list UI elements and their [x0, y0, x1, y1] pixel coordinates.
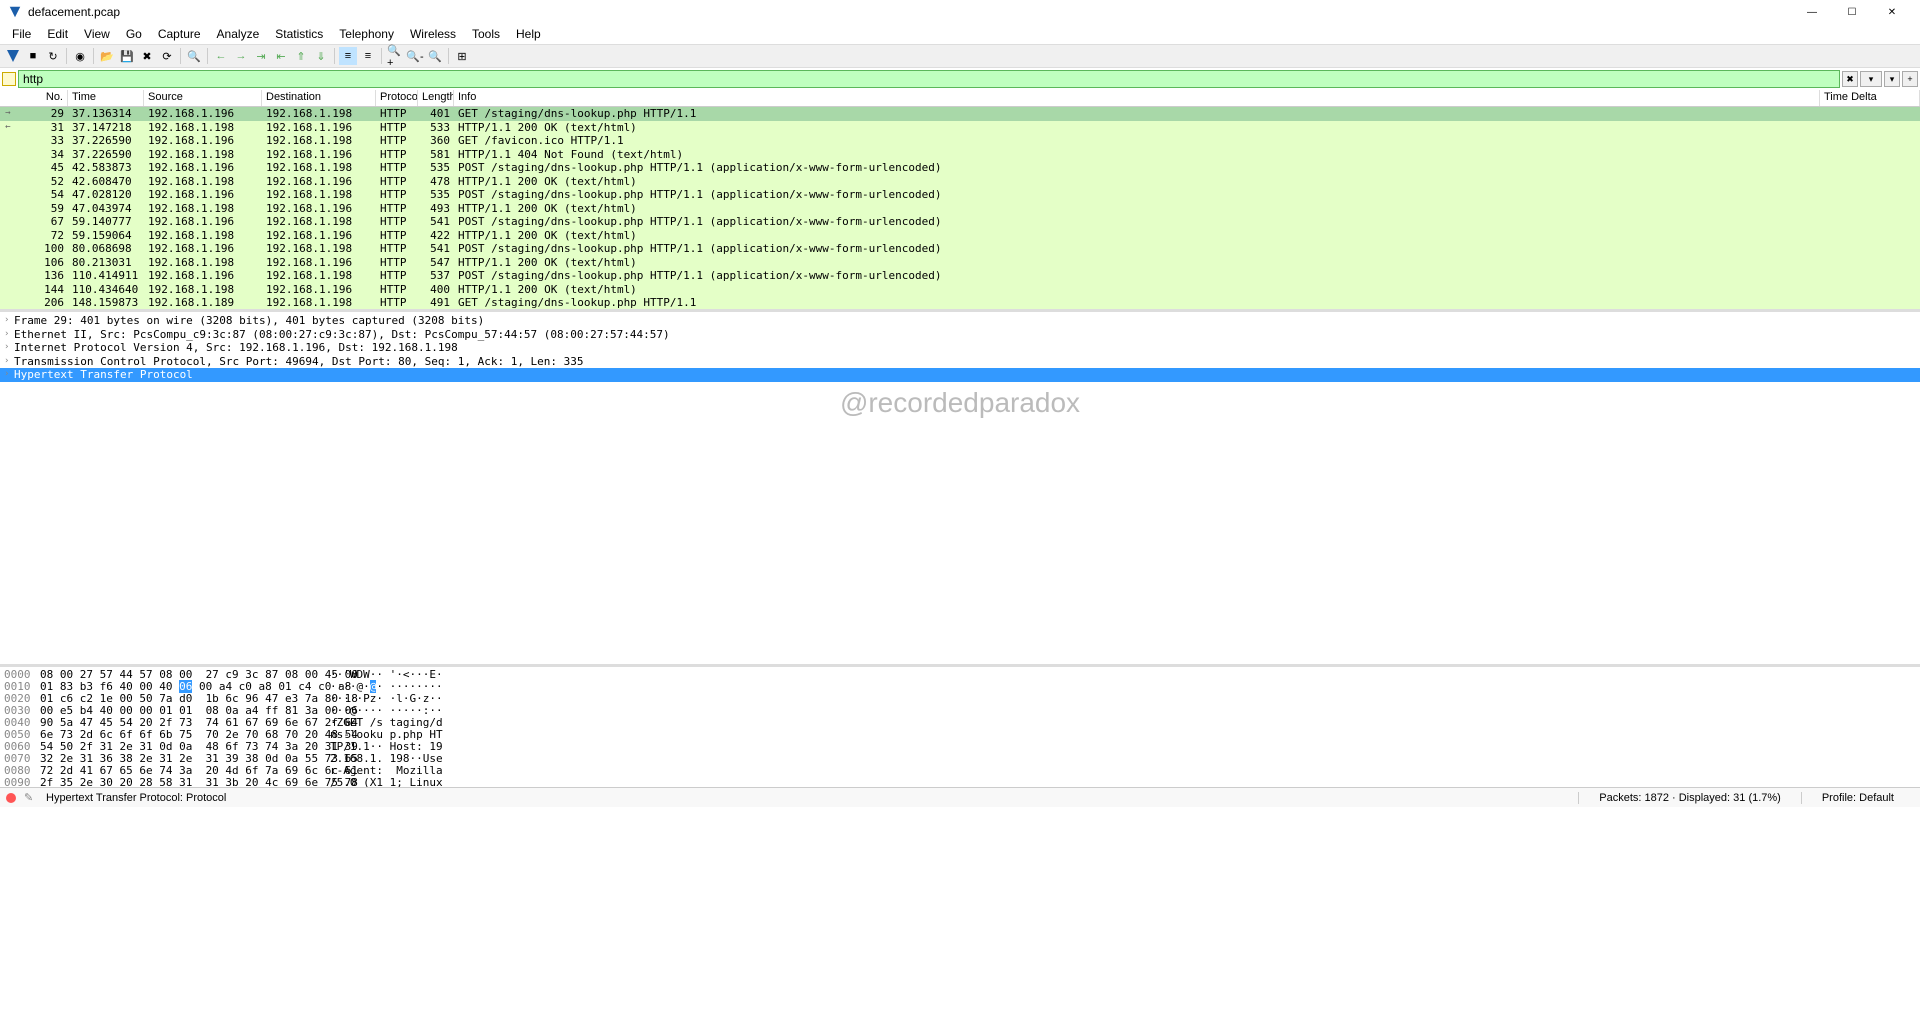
titlebar: defacement.pcap — ☐ ✕ [0, 0, 1920, 24]
menu-go[interactable]: Go [118, 25, 150, 43]
stop-capture-icon[interactable]: ■ [24, 47, 42, 65]
packet-row[interactable]: 206148.159873192.168.1.189192.168.1.198H… [0, 296, 1920, 310]
watermark: @recordedparadox [840, 387, 1080, 419]
add-filter-button[interactable]: + [1902, 71, 1918, 87]
packet-row[interactable]: 5242.608470192.168.1.198192.168.1.196HTT… [0, 175, 1920, 189]
status-profile[interactable]: Profile: Default [1801, 792, 1914, 804]
menu-tools[interactable]: Tools [464, 25, 508, 43]
packet-row[interactable]: 144110.434640192.168.1.198192.168.1.196H… [0, 283, 1920, 297]
close-button[interactable]: ✕ [1872, 0, 1912, 24]
menubar: FileEditViewGoCaptureAnalyzeStatisticsTe… [0, 24, 1920, 44]
col-header-length[interactable]: Length [418, 90, 454, 106]
packet-details-pane[interactable]: ›Frame 29: 401 bytes on wire (3208 bits)… [0, 312, 1920, 667]
packet-list-pane: No. Time Source Destination Protocol Len… [0, 90, 1920, 312]
packet-row[interactable]: 10080.068698192.168.1.196192.168.1.198HT… [0, 242, 1920, 256]
autoscroll-icon[interactable]: ≡ [339, 47, 357, 65]
packet-row[interactable]: ←3137.147218192.168.1.198192.168.1.196HT… [0, 121, 1920, 135]
next-icon[interactable]: → [232, 47, 250, 65]
menu-statistics[interactable]: Statistics [267, 25, 331, 43]
packet-row[interactable]: 5947.043974192.168.1.198192.168.1.196HTT… [0, 202, 1920, 216]
apply-filter-button[interactable]: ▾ [1860, 71, 1882, 87]
detail-row[interactable]: ›Hypertext Transfer Protocol [0, 368, 1920, 382]
last-icon[interactable]: ⇓ [312, 47, 330, 65]
filter-history-button[interactable]: ▾ [1884, 71, 1900, 87]
jump-icon[interactable]: ⇥ [252, 47, 270, 65]
detail-row[interactable]: ›Transmission Control Protocol, Src Port… [0, 355, 1920, 369]
detail-row[interactable]: ›Ethernet II, Src: PcsCompu_c9:3c:87 (08… [0, 328, 1920, 342]
expert-info-icon[interactable] [6, 793, 16, 803]
packet-row[interactable]: 136110.414911192.168.1.196192.168.1.198H… [0, 269, 1920, 283]
menu-help[interactable]: Help [508, 25, 549, 43]
menu-telephony[interactable]: Telephony [331, 25, 402, 43]
packet-row[interactable]: 6759.140777192.168.1.196192.168.1.198HTT… [0, 215, 1920, 229]
reload-icon[interactable]: ⟳ [158, 47, 176, 65]
close-file-icon[interactable]: ✖ [138, 47, 156, 65]
menu-wireless[interactable]: Wireless [402, 25, 464, 43]
menu-file[interactable]: File [4, 25, 39, 43]
first-icon[interactable]: ⇑ [292, 47, 310, 65]
detail-row[interactable]: ›Internet Protocol Version 4, Src: 192.1… [0, 341, 1920, 355]
packet-list-body[interactable]: →2937.136314192.168.1.196192.168.1.198HT… [0, 107, 1920, 311]
packet-bytes-pane[interactable]: 000008 00 27 57 44 57 08 00 27 c9 3c 87 … [0, 667, 1920, 787]
filter-bar: ✖ ▾ ▾ + [0, 68, 1920, 90]
packet-row[interactable]: →2937.136314192.168.1.196192.168.1.198HT… [0, 107, 1920, 121]
detail-row[interactable]: ›Frame 29: 401 bytes on wire (3208 bits)… [0, 314, 1920, 328]
packet-row[interactable]: 3437.226590192.168.1.198192.168.1.196HTT… [0, 148, 1920, 162]
window-title: defacement.pcap [28, 5, 1792, 19]
restart-capture-icon[interactable]: ↻ [44, 47, 62, 65]
hex-row[interactable]: 00902f 35 2e 30 20 28 58 31 31 3b 20 4c … [4, 777, 1916, 787]
col-header-time[interactable]: Time [68, 90, 144, 106]
zoom-out-icon[interactable]: 🔍- [406, 47, 424, 65]
col-header-protocol[interactable]: Protocol [376, 90, 418, 106]
packet-row[interactable]: 7259.159064192.168.1.198192.168.1.196HTT… [0, 229, 1920, 243]
packet-row[interactable]: 4542.583873192.168.1.196192.168.1.198HTT… [0, 161, 1920, 175]
colorize-icon[interactable]: ≡ [359, 47, 377, 65]
display-filter-input[interactable] [18, 70, 1840, 88]
menu-view[interactable]: View [76, 25, 118, 43]
prev-icon[interactable]: ← [212, 47, 230, 65]
minimize-button[interactable]: — [1792, 0, 1832, 24]
col-header-destination[interactable]: Destination [262, 90, 376, 106]
statusbar: ✎ Hypertext Transfer Protocol: Protocol … [0, 787, 1920, 807]
col-header-source[interactable]: Source [144, 90, 262, 106]
zoom-reset-icon[interactable]: 🔍 [426, 47, 444, 65]
menu-edit[interactable]: Edit [39, 25, 76, 43]
edit-icon[interactable]: ✎ [24, 791, 38, 805]
wireshark-icon [8, 5, 22, 19]
col-header-info[interactable]: Info [454, 90, 1820, 106]
toolbar: ■ ↻ ◉ 📂 💾 ✖ ⟳ 🔍 ← → ⇥ ⇤ ⇑ ⇓ ≡ ≡ 🔍+ 🔍- 🔍 … [0, 44, 1920, 68]
options-icon[interactable]: ◉ [71, 47, 89, 65]
jump2-icon[interactable]: ⇤ [272, 47, 290, 65]
zoom-in-icon[interactable]: 🔍+ [386, 47, 404, 65]
col-header-no[interactable]: No. [16, 90, 68, 106]
resize-cols-icon[interactable]: ⊞ [453, 47, 471, 65]
col-header-timedelta[interactable]: Time Delta [1820, 90, 1920, 106]
menu-capture[interactable]: Capture [150, 25, 209, 43]
find-icon[interactable]: 🔍 [185, 47, 203, 65]
maximize-button[interactable]: ☐ [1832, 0, 1872, 24]
filter-bookmark-icon[interactable] [2, 72, 16, 86]
packet-list-header[interactable]: No. Time Source Destination Protocol Len… [0, 90, 1920, 107]
clear-filter-button[interactable]: ✖ [1842, 71, 1858, 87]
start-capture-icon[interactable] [4, 47, 22, 65]
status-left: Hypertext Transfer Protocol: Protocol [46, 792, 1578, 804]
open-icon[interactable]: 📂 [98, 47, 116, 65]
packet-row[interactable]: 5447.028120192.168.1.196192.168.1.198HTT… [0, 188, 1920, 202]
packet-row[interactable]: 10680.213031192.168.1.198192.168.1.196HT… [0, 256, 1920, 270]
menu-analyze[interactable]: Analyze [209, 25, 268, 43]
status-packets: Packets: 1872 · Displayed: 31 (1.7%) [1578, 792, 1801, 804]
packet-row[interactable]: 3337.226590192.168.1.196192.168.1.198HTT… [0, 134, 1920, 148]
save-icon[interactable]: 💾 [118, 47, 136, 65]
